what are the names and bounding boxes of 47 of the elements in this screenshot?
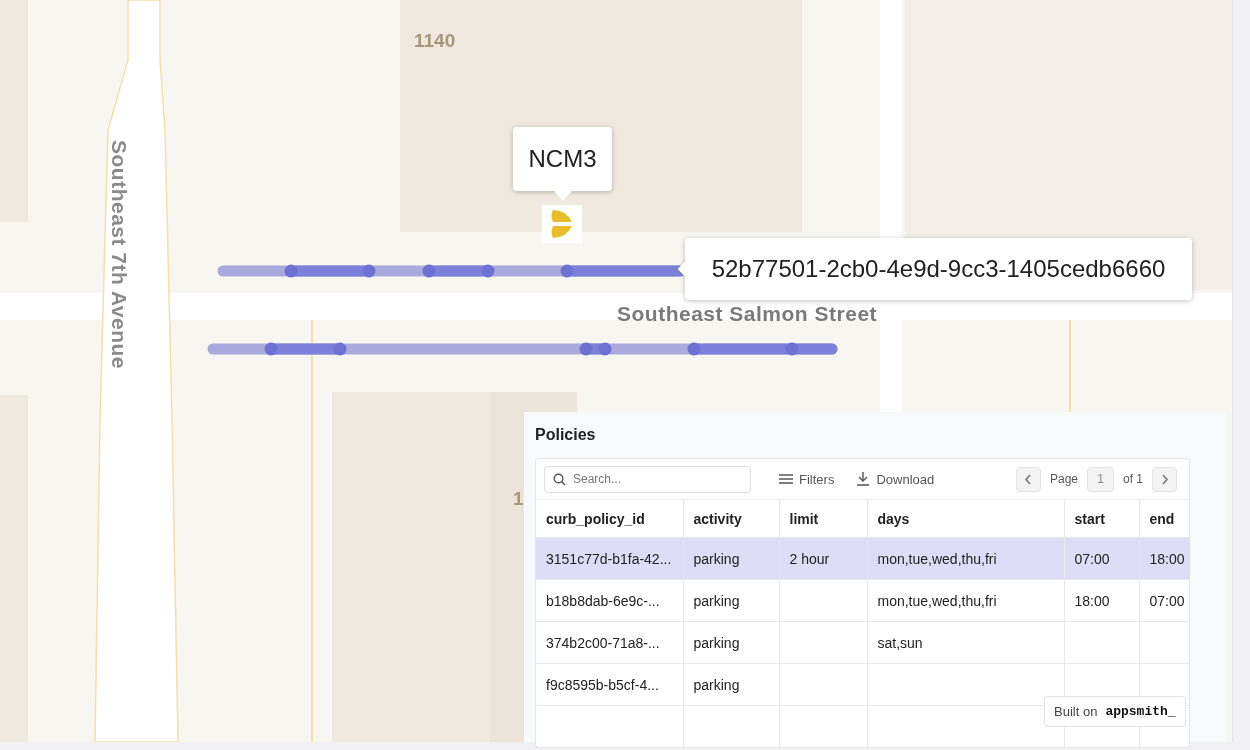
column-header[interactable]: days [867,500,1064,538]
search-field[interactable]: Search... [544,465,751,493]
table-cell: parking [683,663,779,706]
table-cell: 18:00 [1139,537,1189,580]
table-cell: f9c8595b-b5cf-4... [536,663,683,706]
table-cell: 18:00 [1064,579,1139,622]
built-on-badge[interactable]: Built on appsmith_ [1044,696,1186,727]
table-cell: mon,tue,wed,thu,fri [867,579,1064,622]
parking-marker-icon[interactable] [542,205,582,243]
table-cell: sat,sun [867,621,1064,664]
table-cell: 2 hour [779,537,867,580]
filters-button[interactable]: Filters [775,471,839,487]
chevron-right-icon [1160,473,1169,485]
page-label: Page [1049,472,1078,486]
street-label: Southeast Salmon Street [617,302,878,326]
table-cell: parking [683,537,779,580]
brand-name: appsmith_ [1105,704,1176,719]
column-header[interactable]: end [1139,500,1189,538]
previous-page-button[interactable] [1015,466,1041,492]
filter-icon [779,473,793,485]
building-number: 1 [513,488,524,510]
table-cell: 07:00 [1064,537,1139,580]
table-cell: parking [683,621,779,664]
next-page-button[interactable] [1152,466,1177,492]
chevron-left-icon [1024,473,1033,485]
curb-tooltip: 52b77501-2cb0-4e9d-9cc3-1405cedb6660 [685,238,1192,300]
column-header[interactable]: curb_policy_id [536,500,683,538]
table-cell: 374b2c00-71a8-... [536,621,683,664]
curb-line[interactable] [217,264,686,278]
badge-prefix: Built on [1054,704,1098,719]
table-cell: b18b8dab-6e9c-... [536,579,683,622]
page-total: of 1 [1123,472,1143,486]
curb-line[interactable] [207,342,838,356]
panel-title: Policies [535,426,597,444]
table-cell: 3151c77d-b1fa-42... [536,537,683,580]
column-header[interactable]: start [1064,500,1139,538]
table-cell: 07:00 [1139,579,1189,622]
download-icon [856,472,871,486]
column-header[interactable]: activity [683,500,779,538]
street-label: Southeast 7th Avenue [107,140,131,369]
table-cell: parking [683,579,779,622]
table-cell: mon,tue,wed,thu,fri [867,537,1064,580]
building-number: 1140 [414,30,456,52]
search-icon [553,472,566,486]
download-button[interactable]: Download [852,471,939,487]
marker-tooltip: NCM3 [513,127,612,191]
column-header[interactable]: limit [779,500,867,538]
